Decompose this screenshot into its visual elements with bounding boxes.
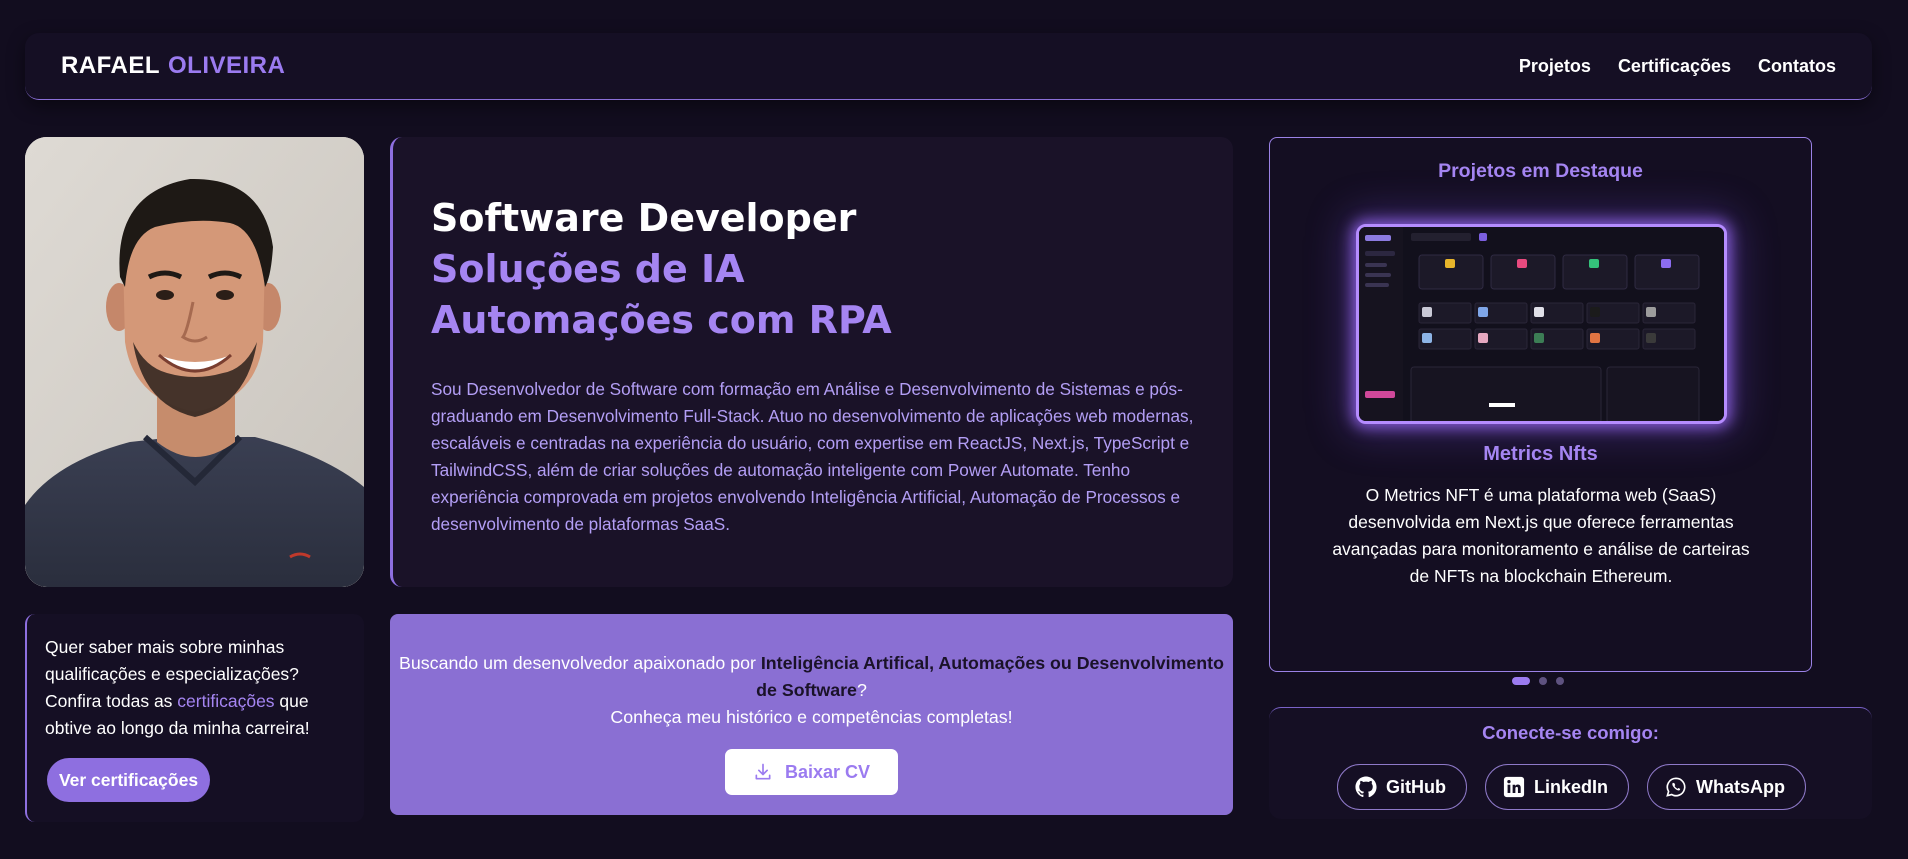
site-logo[interactable]: RAFAEL OLIVEIRA — [61, 52, 285, 80]
featured-title: Projetos em Destaque — [1438, 160, 1643, 182]
nav-link-projetos[interactable]: Projetos — [1519, 56, 1591, 77]
hero-card: Software Developer Soluções de IA Automa… — [390, 137, 1233, 587]
whatsapp-icon — [1666, 777, 1686, 797]
profile-photo — [25, 137, 364, 587]
hero-title-line-3: Automações com RPA — [431, 298, 892, 342]
project-description: O Metrics NFT é uma plataforma web (SaaS… — [1332, 485, 1750, 586]
project-screenshot[interactable] — [1356, 224, 1727, 424]
carousel-dot-1[interactable] — [1512, 677, 1530, 685]
hero-title-line-1: Software Developer — [431, 196, 857, 240]
github-icon — [1355, 776, 1377, 798]
main-nav: Projetos Certificações Contatos — [1519, 56, 1836, 77]
github-label: GitHub — [1386, 776, 1446, 797]
github-button[interactable]: GitHub — [1337, 764, 1467, 810]
carousel-dot-3[interactable] — [1556, 677, 1564, 685]
connect-card: Conecte-se comigo: GitHub LinkedIn Whats… — [1269, 707, 1872, 819]
carousel-dot-2[interactable] — [1539, 677, 1547, 685]
linkedin-button[interactable]: LinkedIn — [1485, 764, 1630, 810]
project-name: Metrics Nfts — [1483, 443, 1598, 465]
hero-headline: Software Developer Soluções de IA Automa… — [431, 193, 1197, 346]
social-links: GitHub LinkedIn WhatsApp — [1337, 764, 1807, 810]
nav-link-contatos[interactable]: Contatos — [1758, 56, 1836, 77]
cta-highlight: Inteligência Artifical, Automações ou De… — [756, 653, 1224, 700]
featured-projects-card: Projetos em Destaque Metrics Nfts O Metr… — [1269, 137, 1812, 672]
linkedin-label: LinkedIn — [1534, 776, 1609, 797]
cta-subtext: Conheça meu histórico e competências com… — [610, 707, 1013, 727]
linkedin-icon — [1503, 776, 1525, 798]
cv-cta-card: Buscando um desenvolvedor apaixonado por… — [390, 614, 1233, 815]
certifications-link[interactable]: certificações — [177, 691, 274, 711]
top-navbar: RAFAEL OLIVEIRA Projetos Certificações Co… — [25, 33, 1872, 100]
hero-bio: Sou Desenvolvedor de Software com formaç… — [431, 379, 1194, 534]
view-certifications-button[interactable]: Ver certificações — [47, 758, 210, 802]
qualifications-card: Quer saber mais sobre minhas qualificaçõ… — [25, 614, 364, 822]
download-cv-label: Baixar CV — [784, 761, 871, 782]
download-icon — [755, 763, 771, 780]
logo-first-name: RAFAEL — [61, 52, 160, 79]
cta-text-start: Buscando um desenvolvedor apaixonado por — [399, 653, 761, 673]
logo-last-name: OLIVEIRA — [168, 52, 286, 79]
download-cv-button[interactable]: Baixar CV — [725, 749, 898, 795]
whatsapp-button[interactable]: WhatsApp — [1647, 764, 1807, 810]
portfolio-page: RAFAEL OLIVEIRA Projetos Certificações Co… — [0, 0, 1908, 859]
dashboard-thumbnail — [1359, 227, 1724, 421]
qualifications-text: Quer saber mais sobre minhas qualificaçõ… — [45, 634, 346, 742]
carousel-dots — [1512, 677, 1564, 685]
hero-title-line-2: Soluções de IA — [431, 247, 745, 291]
whatsapp-label: WhatsApp — [1696, 776, 1786, 797]
connect-title: Conecte-se comigo: — [1482, 722, 1659, 743]
cta-text-end: ? — [856, 680, 867, 700]
nav-link-certificacoes[interactable]: Certificações — [1618, 56, 1731, 77]
cta-text: Buscando um desenvolvedor apaixonado por… — [390, 650, 1233, 704]
